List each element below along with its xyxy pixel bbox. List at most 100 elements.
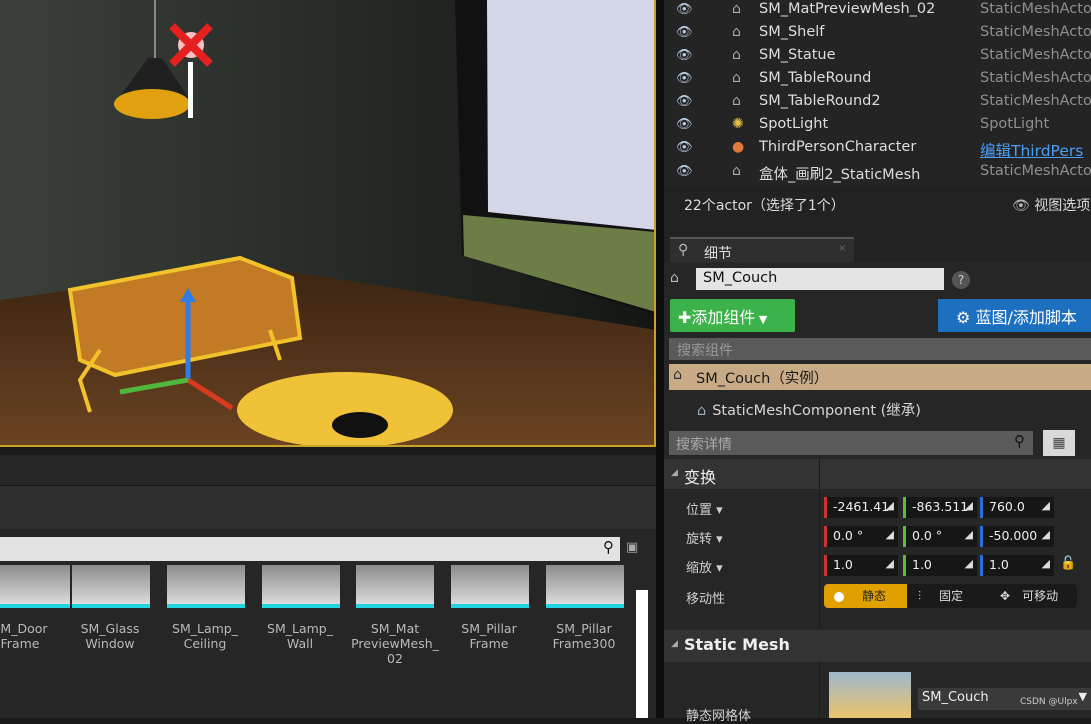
scale-y-field[interactable]: 1.0 ◢ — [903, 555, 977, 576]
details-panel: ⌂ SM_Couch ? ✚添加组件 ▼ ⚙ 蓝图/添加脚本 搜索组件 ⌂ SM_… — [664, 262, 1091, 724]
add-component-button[interactable]: ✚添加组件 ▼ — [670, 299, 795, 332]
visibility-eye-icon[interactable]: 👁 — [676, 71, 693, 86]
search-icon: ⚲ — [1014, 432, 1025, 450]
close-icon[interactable]: × — [838, 243, 846, 254]
outliner-row[interactable]: 👁 ⌂ SM_Shelf StaticMeshActor — [664, 23, 1091, 46]
tab-details[interactable]: ⚲ 细节 × — [670, 237, 854, 262]
actor-icon: ⌂ — [670, 270, 679, 286]
actor-name: SM_MatPreviewMesh_02 — [759, 1, 936, 17]
asset-thumbnail[interactable] — [0, 565, 70, 608]
static-mesh-icon: ⌂ — [673, 367, 683, 383]
location-label: 位置 ▾ — [686, 503, 723, 518]
content-browser: 🔓 ⚲ ▣ SM_Door Frame SM_Glass Window SM_L… — [0, 455, 656, 718]
asset-label: SM_Door Frame — [0, 621, 48, 651]
rotation-x-field[interactable]: 0.0 ° ◢ — [824, 526, 898, 547]
view-options-label: 视图选项 — [1034, 198, 1091, 214]
static-mesh-icon: ⌂ — [732, 24, 741, 40]
static-mesh-section-header[interactable]: ◢ Static Mesh — [664, 630, 1091, 662]
view-options-grid-icon[interactable]: ▦ — [1043, 430, 1075, 456]
asset-thumbnail[interactable] — [451, 565, 529, 608]
scale-label: 缩放 ▾ — [686, 561, 723, 576]
static-mesh-icon: ⌂ — [732, 1, 741, 17]
actor-type: StaticMeshActor — [980, 163, 1091, 179]
actor-name: SM_Statue — [759, 47, 836, 63]
move-arrows-icon: ✥ — [1000, 589, 1011, 603]
outliner-row[interactable]: 👁 ⌂ SM_Statue StaticMeshActor — [664, 46, 1091, 69]
details-search-input[interactable]: 搜索详情 ⚲ — [669, 431, 1033, 455]
transform-section-header[interactable]: ◢ 变换 — [664, 459, 1091, 489]
actor-type: StaticMeshActor — [980, 93, 1091, 109]
location-row: 位置 ▾ -2461.41 ◢ -863.511 ◢ 760.0 ◢ — [664, 494, 1091, 522]
static-mesh-icon: ⌂ — [697, 403, 707, 419]
radio-icon — [834, 591, 844, 602]
visibility-eye-icon[interactable]: 👁 — [676, 140, 693, 155]
actor-type: StaticMeshActor — [980, 1, 1091, 17]
static-mesh-icon: ⌂ — [732, 47, 741, 63]
outliner-row[interactable]: 👁 ✺ SpotLight SpotLight — [664, 115, 1091, 138]
outliner-row[interactable]: 👁 ⌂ SM_MatPreviewMesh_02 StaticMeshActor — [664, 0, 1091, 23]
visibility-eye-icon[interactable]: 👁 — [676, 94, 693, 109]
edit-blueprint-link[interactable]: 编辑ThirdPers — [980, 139, 1083, 161]
asset-search-input[interactable]: ⚲ — [0, 537, 620, 561]
asset-thumbnail[interactable] — [72, 565, 150, 608]
stationary-icon: ⫶ — [918, 589, 922, 603]
visibility-eye-icon[interactable]: 👁 — [676, 25, 693, 40]
actor-type: SpotLight — [980, 116, 1050, 132]
location-z-field[interactable]: 760.0 ◢ — [980, 497, 1054, 518]
scale-x-field[interactable]: 1.0 ◢ — [824, 555, 898, 576]
component-label: StaticMeshComponent (继承) — [712, 403, 921, 419]
actor-name: SM_TableRound — [759, 70, 872, 86]
lock-icon[interactable]: 🔓 — [1060, 556, 1076, 571]
character-icon: ● — [732, 139, 745, 155]
mobility-stationary-option[interactable]: ⫶ 固定 — [910, 584, 990, 608]
splitter[interactable] — [656, 0, 664, 718]
outliner-row[interactable]: 👁 ⌂ SM_TableRound2 StaticMeshActor — [664, 92, 1091, 115]
dropdown-arrow-icon: ▼ — [755, 313, 768, 326]
asset-thumbnail[interactable] — [167, 565, 245, 608]
instance-row[interactable]: ⌂ SM_Couch（实例） — [669, 364, 1091, 390]
actor-name-field[interactable]: SM_Couch — [696, 268, 944, 290]
visibility-eye-icon[interactable]: 👁 — [676, 117, 693, 132]
asset-thumbnail[interactable] — [546, 565, 624, 608]
rotation-z-field[interactable]: -50.000 ◢ — [980, 526, 1054, 547]
content-scrollbar[interactable] — [636, 590, 648, 718]
static-mesh-thumbnail[interactable] — [829, 672, 911, 718]
location-x-field[interactable]: -2461.41 ◢ — [824, 497, 898, 518]
details-search-placeholder: 搜索详情 — [676, 437, 732, 453]
outliner-row[interactable]: 👁 ● ThirdPersonCharacter 编辑ThirdPers — [664, 138, 1091, 161]
save-icon[interactable]: ▣ — [626, 540, 646, 558]
visibility-eye-icon[interactable]: 👁 — [676, 48, 693, 63]
mobility-static-option[interactable]: 静态 — [824, 584, 907, 608]
visibility-eye-icon[interactable]: 👁 — [676, 2, 693, 17]
rotation-row: 旋转 ▾ 0.0 ° ◢ 0.0 ° ◢ -50.000 ◢ — [664, 523, 1091, 551]
location-y-field[interactable]: -863.511 ◢ — [903, 497, 977, 518]
right-panel: 👁 ⌂ SM_MatPreviewMesh_02 StaticMeshActor 👁 ⌂… — [664, 0, 1091, 724]
actor-count: 22个actor（选择了1个） — [684, 198, 845, 214]
search-icon: ⚲ — [678, 242, 689, 258]
asset-label: SM_Lamp_ Wall — [267, 621, 333, 651]
visibility-eye-icon[interactable]: 👁 — [676, 164, 693, 179]
asset-thumbnail[interactable] — [262, 565, 340, 608]
actor-name: 盒体_画刷2_StaticMesh — [759, 167, 921, 183]
eye-icon: 👁 — [1012, 198, 1035, 214]
rotation-y-field[interactable]: 0.0 ° ◢ — [903, 526, 977, 547]
add-component-label: 添加组件 — [691, 308, 756, 327]
static-mesh-label: 静态网格体 — [686, 709, 752, 724]
level-viewport[interactable] — [0, 0, 656, 447]
outliner-row[interactable]: 👁 ⌂ SM_TableRound StaticMeshActor — [664, 69, 1091, 92]
column-divider — [819, 662, 820, 718]
outliner-row[interactable]: 👁 ⌂ 盒体_画刷2_StaticMesh StaticMeshActor — [664, 162, 1091, 185]
component-row[interactable]: ⌂ StaticMeshComponent (继承) — [697, 399, 921, 420]
component-search-input[interactable]: 搜索组件 — [669, 338, 1091, 360]
scale-row: 缩放 ▾ 1.0 ◢ 1.0 ◢ 1.0 ◢ 🔓 — [664, 552, 1091, 580]
gear-icon: ⚙ — [956, 308, 976, 327]
scale-z-field[interactable]: 1.0 ◢ — [980, 555, 1054, 576]
mobility-movable-option[interactable]: ✥ 可移动 — [992, 584, 1077, 608]
asset-thumbnail[interactable] — [356, 565, 434, 608]
blueprint-button[interactable]: ⚙ 蓝图/添加脚本 — [938, 299, 1091, 332]
viewport-scene — [0, 0, 654, 445]
actor-type: StaticMeshActor — [980, 70, 1091, 86]
mobility-toggle: 静态 ⫶ 固定 ✥ 可移动 — [824, 584, 1077, 608]
view-options-button[interactable]: 👁 视图选项 — [1012, 195, 1090, 215]
help-icon[interactable]: ? — [952, 271, 970, 289]
